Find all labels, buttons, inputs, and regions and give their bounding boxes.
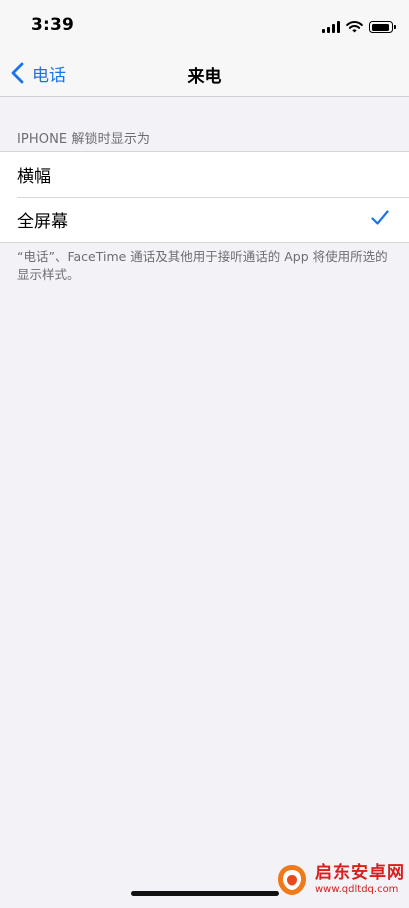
status-time: 3:39 bbox=[31, 15, 75, 35]
watermark-url: www.qdltdq.com bbox=[315, 884, 399, 895]
option-label: 全屏幕 bbox=[17, 212, 68, 232]
section-header: IPHONE 解锁时显示为 bbox=[17, 132, 151, 147]
page-title: 来电 bbox=[187, 67, 222, 87]
status-bar: 3:39 bbox=[0, 0, 409, 52]
navigation-bar: 电话 来电 bbox=[0, 52, 409, 97]
option-full-screen[interactable]: 全屏幕 bbox=[0, 197, 409, 242]
watermark-title: 启东安卓网 bbox=[315, 863, 405, 883]
watermark: 启东安卓网 www.qdltdq.com bbox=[274, 862, 405, 898]
watermark-logo-icon bbox=[278, 865, 306, 895]
wifi-icon bbox=[346, 21, 363, 33]
checkmark-icon bbox=[371, 210, 389, 225]
footer-note: “电话”、FaceTime 通话及其他用于接听通话的 App 将使用所选的显示样… bbox=[17, 249, 388, 282]
cellular-signal-icon bbox=[322, 21, 340, 33]
status-icons bbox=[322, 19, 396, 35]
home-indicator[interactable] bbox=[131, 891, 279, 896]
option-label: 横幅 bbox=[17, 167, 51, 187]
option-banner[interactable]: 横幅 bbox=[0, 152, 409, 197]
option-list: 横幅 全屏幕 bbox=[0, 151, 409, 243]
battery-icon bbox=[369, 21, 396, 33]
